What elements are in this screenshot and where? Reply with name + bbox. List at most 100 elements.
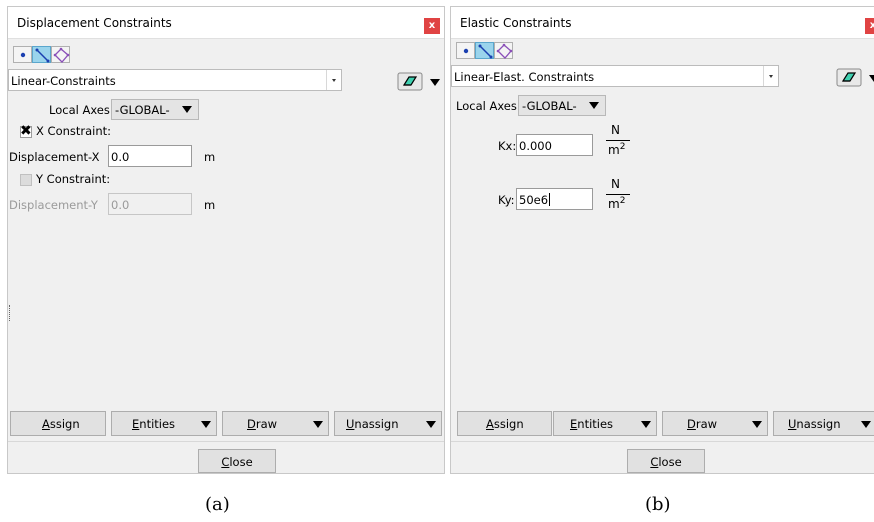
local-axes-value: -GLOBAL- bbox=[115, 103, 170, 117]
draw-mnemonic: D bbox=[687, 417, 696, 431]
chevron-down-icon bbox=[426, 421, 436, 428]
ky-unit-exponent: 2 bbox=[619, 196, 626, 206]
close-icon[interactable]: x bbox=[424, 18, 440, 34]
chevron-down-icon bbox=[641, 421, 651, 428]
surface-entity-button[interactable] bbox=[494, 42, 513, 59]
line-icon bbox=[478, 44, 493, 59]
assign-mnemonic: A bbox=[486, 417, 494, 431]
surface-icon bbox=[53, 47, 70, 63]
entities-label: ntities bbox=[577, 417, 614, 431]
unassign-button[interactable]: Unassign bbox=[773, 411, 874, 436]
displacement-y-input[interactable]: 0.0 bbox=[108, 193, 192, 215]
draw-button[interactable]: Draw bbox=[662, 411, 768, 436]
chevron-down-icon bbox=[589, 102, 599, 109]
close-button[interactable]: Close bbox=[627, 449, 705, 473]
dropdown-arrow-icon bbox=[430, 79, 440, 86]
ky-unit: N m2 bbox=[606, 177, 632, 217]
entities-button[interactable]: Entities bbox=[111, 411, 217, 436]
local-axes-label: Local Axes bbox=[456, 99, 517, 113]
check-icon: ✖ bbox=[20, 123, 32, 139]
kx-unit-numerator: N bbox=[611, 123, 620, 137]
displacement-x-unit: m bbox=[204, 150, 216, 164]
close-label: lose bbox=[229, 455, 253, 469]
assign-label: ssign bbox=[493, 417, 524, 431]
entities-button[interactable]: Entities bbox=[553, 411, 657, 436]
title-bar[interactable]: Elastic Constraints x bbox=[451, 7, 874, 39]
constraint-type-select[interactable]: Linear-Elast. Constraints bbox=[451, 65, 779, 87]
surface-entity-button[interactable] bbox=[51, 46, 70, 63]
assign-mnemonic: A bbox=[42, 417, 50, 431]
kx-value: 0.000 bbox=[519, 139, 552, 153]
entities-label: ntities bbox=[139, 417, 176, 431]
y-constraint-label: Y Constraint: bbox=[36, 172, 111, 186]
eraser-icon bbox=[397, 72, 423, 91]
ky-unit-denominator: m bbox=[608, 197, 620, 211]
fraction-bar bbox=[606, 140, 630, 141]
assign-button[interactable]: Assign bbox=[457, 411, 552, 436]
unassign-label: nassign bbox=[796, 417, 841, 431]
eraser-icon bbox=[836, 68, 862, 87]
text-cursor bbox=[549, 193, 551, 206]
draw-mnemonic: D bbox=[247, 417, 256, 431]
ky-value: 50e6 bbox=[519, 193, 549, 207]
ky-unit-numerator: N bbox=[611, 177, 620, 191]
chevron-down-icon[interactable] bbox=[763, 66, 778, 86]
constraint-type-select[interactable]: Linear-Constraints bbox=[8, 69, 342, 91]
local-axes-label: Local Axes bbox=[49, 103, 110, 117]
elastic-constraints-panel: Elastic Constraints x Linear-Elast. Cons… bbox=[450, 6, 874, 474]
chevron-down-icon bbox=[201, 421, 211, 428]
x-constraint-checkbox[interactable]: ✖ bbox=[20, 123, 32, 139]
kx-label: Kx: bbox=[498, 139, 517, 153]
chevron-down-icon bbox=[313, 421, 323, 428]
panel-title: Displacement Constraints bbox=[17, 16, 172, 30]
chevron-down-icon bbox=[861, 421, 871, 428]
kx-unit-exponent: 2 bbox=[619, 142, 626, 152]
divider bbox=[8, 441, 444, 442]
line-entity-button[interactable] bbox=[475, 42, 494, 59]
caption-a: (a) bbox=[205, 494, 230, 515]
displacement-x-value: 0.0 bbox=[111, 150, 130, 164]
x-constraint-label: X Constraint: bbox=[36, 124, 112, 138]
point-entity-button[interactable] bbox=[13, 46, 32, 63]
surface-icon bbox=[496, 43, 513, 59]
constraint-type-value: Linear-Elast. Constraints bbox=[454, 70, 595, 84]
draw-label: raw bbox=[695, 417, 718, 431]
chevron-down-icon bbox=[182, 106, 192, 113]
close-label: lose bbox=[658, 455, 682, 469]
displacement-y-unit: m bbox=[204, 198, 216, 212]
local-axes-select[interactable]: -GLOBAL- bbox=[518, 95, 606, 116]
unassign-label: nassign bbox=[354, 417, 399, 431]
displacement-x-label: Displacement-X bbox=[9, 150, 100, 164]
panel-title: Elastic Constraints bbox=[460, 16, 572, 30]
point-entity-button[interactable] bbox=[456, 42, 475, 59]
dropdown-arrow-icon bbox=[869, 75, 874, 82]
y-constraint-checkbox[interactable] bbox=[20, 174, 32, 186]
draw-button[interactable]: Draw bbox=[222, 411, 329, 436]
assign-label: ssign bbox=[49, 417, 80, 431]
resize-handle[interactable] bbox=[9, 305, 11, 321]
fraction-bar bbox=[606, 194, 630, 195]
displacement-x-input[interactable]: 0.0 bbox=[108, 145, 192, 167]
assign-button[interactable]: Assign bbox=[10, 411, 106, 436]
displacement-y-label: Displacement-Y bbox=[9, 198, 98, 212]
line-entity-button[interactable] bbox=[32, 46, 51, 63]
local-axes-value: -GLOBAL- bbox=[522, 99, 577, 113]
close-icon[interactable]: x bbox=[865, 18, 874, 34]
unassign-button[interactable]: Unassign bbox=[334, 411, 442, 436]
eraser-menu-button[interactable] bbox=[396, 71, 442, 92]
constraint-type-value: Linear-Constraints bbox=[11, 74, 116, 88]
title-bar[interactable]: Displacement Constraints x bbox=[8, 7, 444, 39]
divider bbox=[451, 441, 874, 442]
displacement-y-value: 0.0 bbox=[111, 198, 130, 212]
kx-input[interactable]: 0.000 bbox=[516, 134, 593, 156]
close-button[interactable]: Close bbox=[198, 449, 276, 473]
chevron-down-icon bbox=[752, 421, 762, 428]
eraser-menu-button[interactable] bbox=[835, 67, 874, 88]
draw-label: raw bbox=[255, 417, 278, 431]
local-axes-select[interactable]: -GLOBAL- bbox=[111, 99, 199, 120]
ky-input[interactable]: 50e6 bbox=[516, 188, 593, 210]
point-icon bbox=[20, 52, 26, 58]
chevron-down-icon[interactable] bbox=[326, 70, 341, 90]
displacement-constraints-panel: Displacement Constraints x Linear-Constr… bbox=[7, 6, 445, 474]
caption-b: (b) bbox=[645, 494, 671, 515]
